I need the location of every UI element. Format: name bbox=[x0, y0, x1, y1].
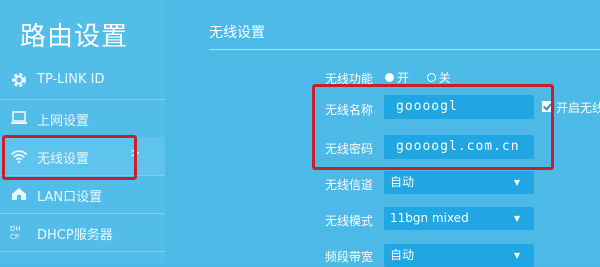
mode-select[interactable]: 11bgn mixed ▼ bbox=[384, 207, 534, 230]
sidebar-divider bbox=[0, 251, 165, 252]
sidebar-item-lan[interactable]: LAN口设置 bbox=[0, 175, 165, 213]
bandwidth-label: 频段带宽 bbox=[325, 250, 374, 264]
highlight-box-sidebar bbox=[2, 135, 137, 180]
svg-text:CP: CP bbox=[10, 233, 19, 241]
highlight-box-form bbox=[312, 84, 554, 170]
sidebar-item-dhcp[interactable]: DH CP DHCP服务器 bbox=[0, 213, 165, 251]
gear-icon bbox=[12, 73, 26, 87]
sidebar: 路由设置 TP-LINK ID 上网设置 无线设置 > LAN口设置 DH CP… bbox=[0, 0, 165, 264]
mode-label: 无线模式 bbox=[325, 214, 374, 228]
ssid-broadcast-label: 开启无线 bbox=[556, 101, 600, 115]
channel-value: 自动 bbox=[390, 175, 415, 189]
app-title: 路由设置 bbox=[20, 22, 129, 52]
svg-text:DH: DH bbox=[10, 225, 21, 233]
sidebar-item-tplink-id[interactable]: TP-LINK ID bbox=[0, 61, 165, 99]
radio-off-label: 关 bbox=[438, 71, 451, 85]
radio-off[interactable] bbox=[426, 73, 436, 82]
dhcp-icon: DH CP bbox=[10, 225, 21, 241]
mode-value: 11bgn mixed bbox=[390, 211, 469, 225]
sidebar-item-label: TP-LINK ID bbox=[37, 72, 105, 87]
radio-on[interactable] bbox=[385, 73, 394, 82]
section-title: 无线设置 bbox=[209, 25, 265, 41]
radio-on-label: 开 bbox=[397, 71, 410, 85]
main-panel: 无线设置 无线功能 开 关 无线名称 goooogl 开启无线 无线密码 goo… bbox=[165, 0, 600, 267]
dropdown-arrow-icon: ▼ bbox=[513, 214, 520, 223]
sidebar-item-internet[interactable]: 上网设置 bbox=[0, 99, 165, 137]
channel-select[interactable]: 自动 ▼ bbox=[384, 171, 534, 194]
sidebar-item-label: DHCP服务器 bbox=[37, 228, 113, 243]
section-divider bbox=[209, 49, 600, 50]
bandwidth-value: 自动 bbox=[390, 248, 415, 262]
dropdown-arrow-icon: ▼ bbox=[513, 178, 520, 187]
laptop-icon bbox=[11, 111, 27, 124]
sidebar-item-label: 上网设置 bbox=[37, 114, 90, 129]
sidebar-item-label: LAN口设置 bbox=[37, 190, 103, 205]
channel-label: 无线信道 bbox=[325, 178, 374, 192]
house-icon bbox=[12, 188, 26, 200]
